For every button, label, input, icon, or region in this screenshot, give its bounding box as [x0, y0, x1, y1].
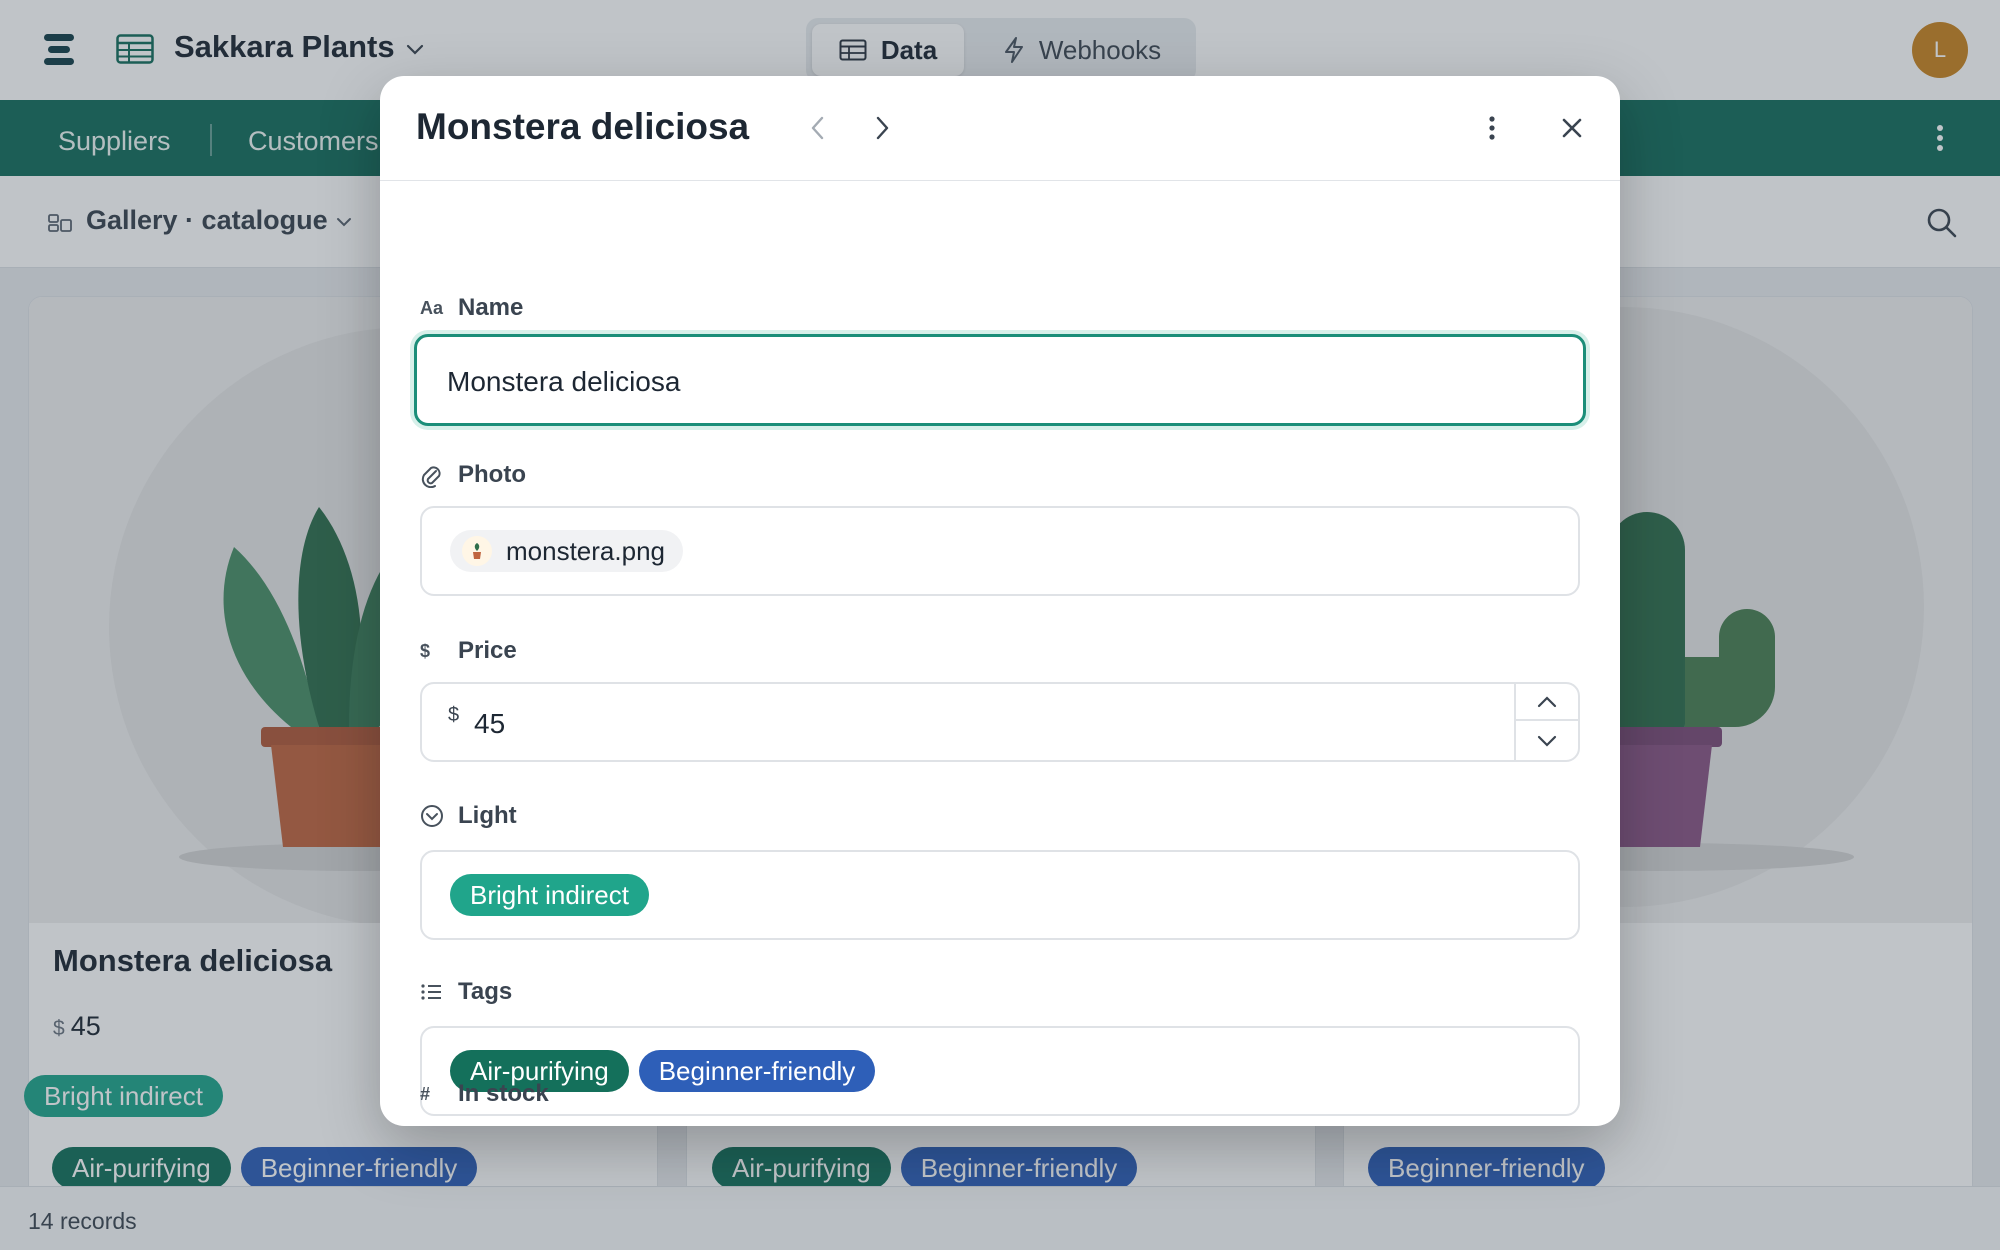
- light-values: Bright indirect: [450, 874, 649, 916]
- chevron-down-icon: [1537, 735, 1557, 747]
- field-label-name: Aa Name: [420, 294, 523, 322]
- more-vertical-icon: [1489, 116, 1495, 140]
- text-field-icon: Aa: [420, 297, 444, 318]
- decrement-button[interactable]: [1516, 722, 1578, 759]
- modal-title: Monstera deliciosa: [416, 106, 750, 147]
- next-record-button[interactable]: [862, 108, 902, 148]
- chevron-left-icon: [811, 116, 824, 140]
- paperclip-icon: [420, 462, 448, 488]
- tags-select[interactable]: Air-purifying Beginner-friendly: [420, 1026, 1580, 1116]
- attachment-thumbnail: [462, 536, 492, 566]
- field-label-text: Tags: [458, 978, 513, 1005]
- field-label-light: Light: [420, 802, 517, 830]
- modal-body: Aa Name Monstera deliciosa Photo monster…: [380, 182, 1620, 1126]
- field-label-text: In stock: [458, 1080, 549, 1107]
- attachment-filename: monstera.png: [506, 535, 665, 566]
- attachment-chip[interactable]: monstera.png: [450, 530, 683, 572]
- close-icon: [1562, 118, 1582, 138]
- modal-header: Monstera deliciosa: [380, 76, 1620, 181]
- currency-icon: $: [420, 640, 431, 661]
- name-input[interactable]: Monstera deliciosa: [414, 334, 1586, 426]
- field-label-text: Name: [458, 294, 524, 321]
- number-field-icon: #: [420, 1083, 431, 1104]
- light-option-pill[interactable]: Bright indirect: [450, 874, 649, 916]
- photo-field[interactable]: monstera.png: [420, 506, 1580, 596]
- chevron-right-icon: [876, 116, 889, 140]
- tag-pill[interactable]: Beginner-friendly: [638, 1050, 876, 1092]
- name-value: Monstera deliciosa: [447, 366, 681, 397]
- price-stepper: [1514, 684, 1578, 760]
- chevron-up-icon: [1537, 695, 1557, 707]
- field-label-tags: Tags: [420, 978, 512, 1006]
- field-label-text: Light: [458, 802, 517, 829]
- currency-symbol: $: [448, 704, 460, 726]
- previous-record-button[interactable]: [798, 108, 838, 148]
- field-label-in-stock: # In stock: [420, 1080, 549, 1108]
- single-select-icon: [420, 804, 448, 828]
- record-modal: Monstera deliciosa Aa Name Monstera deli…: [380, 76, 1620, 1126]
- price-value: 45: [474, 708, 506, 739]
- record-options-button[interactable]: [1472, 108, 1512, 148]
- field-label-photo: Photo: [420, 461, 526, 489]
- increment-button[interactable]: [1516, 684, 1578, 721]
- list-icon: [420, 982, 448, 1002]
- close-modal-button[interactable]: [1552, 108, 1592, 148]
- field-label-text: Photo: [458, 461, 526, 488]
- field-label-price: $ Price: [420, 637, 517, 665]
- field-label-text: Price: [458, 637, 517, 664]
- light-select[interactable]: Bright indirect: [420, 850, 1580, 940]
- price-input[interactable]: $ 45: [420, 682, 1580, 762]
